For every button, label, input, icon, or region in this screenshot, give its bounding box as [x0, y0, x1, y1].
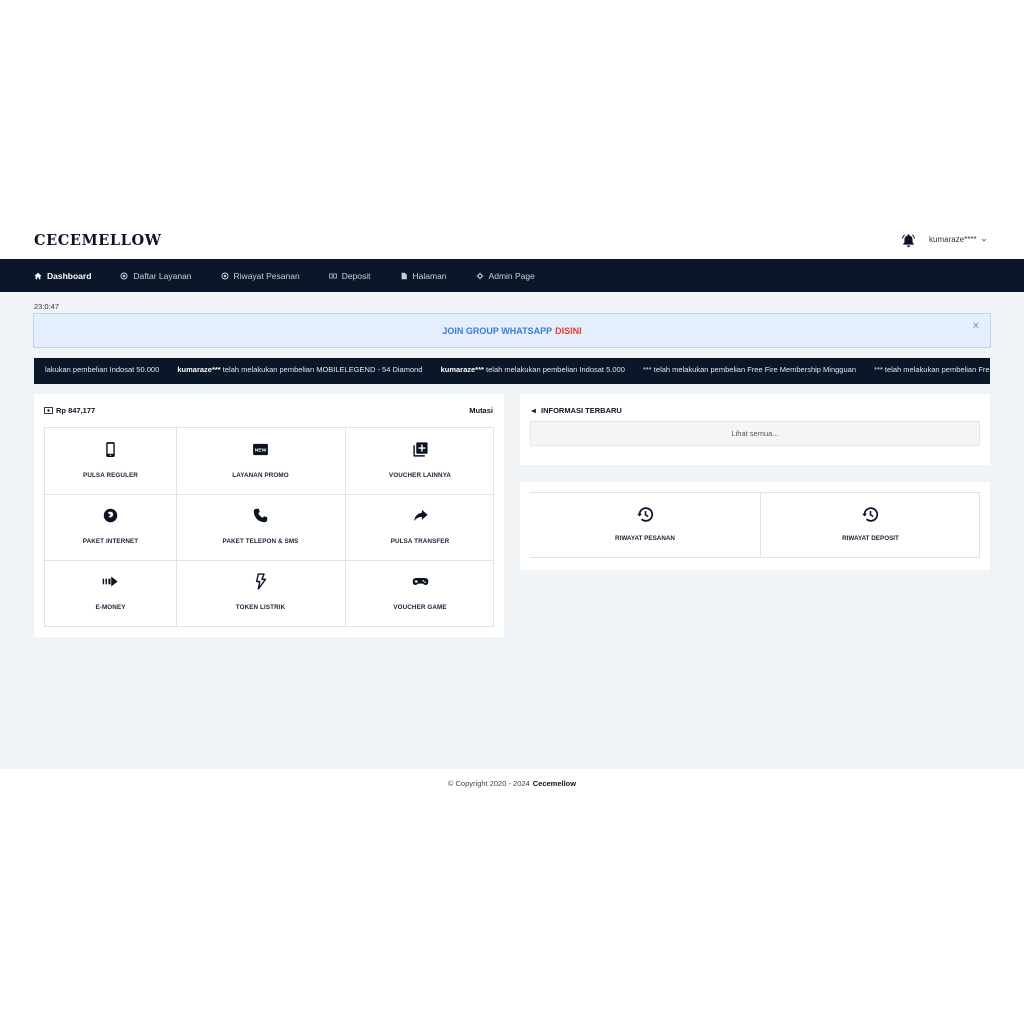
service-layanan-promo[interactable]: NEW LAYANAN PROMO	[176, 428, 345, 494]
ticker-item: kumaraze*** telah melakukan pembelian In…	[440, 365, 625, 374]
close-icon[interactable]: ×	[973, 320, 979, 332]
service-paket-internet[interactable]: PAKET INTERNET	[45, 494, 176, 560]
riwayat-pesanan-button[interactable]: RIWAYAT PESANAN	[530, 493, 760, 559]
money-icon	[328, 273, 337, 278]
nav-label: Admin Page	[488, 270, 535, 281]
service-label: TOKEN LISTRIK	[235, 604, 286, 611]
nav-riwayat-pesanan[interactable]: Riwayat Pesanan	[221, 271, 300, 281]
svg-text:NEW: NEW	[255, 448, 267, 454]
history-icon	[862, 507, 879, 522]
history-label: RIWAYAT DEPOSIT	[842, 535, 899, 542]
mutasi-link[interactable]: Mutasi	[469, 406, 493, 415]
megaphone-icon	[531, 408, 536, 413]
history-grid: RIWAYAT PESANAN RIWAYAT DEPOSIT	[530, 492, 980, 558]
top-header: CECEMELLOW kumaraze****	[0, 222, 1024, 259]
circle-dot-icon	[120, 271, 128, 280]
gamepad-icon	[412, 577, 428, 586]
transfer-arrow-icon	[102, 576, 118, 587]
service-token-listrik[interactable]: TOKEN LISTRIK	[176, 560, 345, 626]
service-e-money[interactable]: E-MONEY	[45, 560, 176, 626]
lightning-icon	[255, 573, 267, 590]
page: CECEMELLOW kumaraze**** Dashboard Daftar…	[0, 0, 1024, 1024]
nav-label: Dashboard	[47, 270, 92, 281]
service-paket-telepon-sms[interactable]: PAKET TELEPON & SMS	[176, 494, 345, 560]
phone-icon	[106, 442, 115, 457]
phone-call-icon	[253, 508, 268, 523]
info-title: INFORMASI TERBARU	[531, 406, 622, 415]
nav-label: Deposit	[341, 270, 371, 281]
history-label: RIWAYAT PESANAN	[615, 535, 675, 542]
firefox-icon	[103, 508, 118, 523]
main-navbar: Dashboard Daftar Layanan Riwayat Pesanan…	[0, 259, 1024, 292]
new-badge-icon: NEW	[253, 443, 268, 456]
circle-dot-icon	[221, 271, 229, 280]
nav-admin-page[interactable]: Admin Page	[476, 271, 535, 281]
blank-area	[0, 0, 1024, 222]
money-icon	[44, 407, 53, 414]
username: kumaraze****	[929, 235, 977, 244]
user-menu[interactable]: kumaraze****	[929, 235, 987, 244]
service-label: PULSA REGULER	[83, 472, 138, 479]
nav-label: Daftar Layanan	[133, 270, 192, 281]
footer-copyright: © Copyright 2020 - 2024	[447, 779, 530, 788]
ticker-item: *** telah melakukan pembelian Free Fire …	[642, 365, 856, 374]
ticker-item: lakukan pembelian Indosat 50.000	[45, 365, 160, 374]
nav-daftar-layanan[interactable]: Daftar Layanan	[120, 270, 192, 281]
services-card: Rp 847,177 Mutasi PULSA REGULER NEW LAYA…	[34, 394, 504, 637]
whatsapp-alert: JOIN GROUP WHATSAPP DISINI ×	[33, 313, 991, 348]
riwayat-deposit-button[interactable]: RIWAYAT DEPOSIT	[761, 493, 980, 559]
history-icon	[636, 507, 653, 522]
bell-icon[interactable]	[901, 233, 916, 248]
service-label: PAKET TELEPON & SMS	[222, 538, 299, 545]
alert-link[interactable]: DISINI	[555, 326, 582, 336]
balance-amount: Rp 847,177	[56, 406, 96, 415]
ticker-item: kumaraze*** telah melakukan pembelian MO…	[177, 365, 423, 374]
home-icon	[34, 272, 42, 279]
file-icon	[401, 272, 407, 279]
footer: © Copyright 2020 - 2024 Cecemellow	[0, 768, 1024, 798]
service-voucher-game[interactable]: VOUCHER GAME	[345, 560, 495, 626]
nav-label: Riwayat Pesanan	[233, 270, 300, 281]
footer-brand[interactable]: Cecemellow	[533, 779, 576, 788]
service-pulsa-transfer[interactable]: PULSA TRANSFER	[345, 494, 495, 560]
ticker-item: *** telah melakukan pembelian Free Fire	[874, 365, 990, 374]
share-arrow-icon	[413, 509, 428, 522]
chevron-down-icon	[981, 238, 986, 241]
see-all-button[interactable]: Lihat semua...	[530, 421, 980, 446]
nav-halaman[interactable]: Halaman	[400, 271, 447, 281]
gear-icon	[476, 272, 483, 279]
nav-label: Halaman	[412, 270, 447, 281]
info-card: INFORMASI TERBARU Lihat semua...	[520, 394, 990, 465]
alert-text: JOIN GROUP WHATSAPP	[442, 325, 553, 336]
ticker-track: lakukan pembelian Indosat 50.000 kumaraz…	[45, 365, 990, 374]
service-label: E-MONEY	[95, 604, 126, 611]
purchase-ticker: lakukan pembelian Indosat 50.000 kumaraz…	[34, 358, 990, 384]
service-voucher-lainnya[interactable]: VOUCHER LAINNYA	[345, 428, 495, 494]
brand-logo[interactable]: CECEMELLOW	[34, 232, 162, 249]
nav-dashboard[interactable]: Dashboard	[34, 271, 91, 281]
service-label: PULSA TRANSFER	[390, 538, 450, 545]
clock-text: 23:0:47	[34, 302, 60, 311]
service-pulsa-reguler[interactable]: PULSA REGULER	[45, 428, 176, 494]
service-label: LAYANAN PROMO	[232, 472, 289, 479]
history-card: RIWAYAT PESANAN RIWAYAT DEPOSIT	[520, 482, 990, 570]
add-collection-icon	[412, 442, 428, 457]
nav-deposit[interactable]: Deposit	[328, 270, 371, 281]
service-label: VOUCHER GAME	[393, 604, 447, 611]
services-grid: PULSA REGULER NEW LAYANAN PROMO VOUCHER …	[44, 427, 494, 627]
service-label: PAKET INTERNET	[82, 538, 139, 545]
info-title-text: INFORMASI TERBARU	[541, 406, 622, 415]
balance-display: Rp 847,177	[44, 406, 95, 415]
service-label: VOUCHER LAINNYA	[388, 472, 452, 479]
